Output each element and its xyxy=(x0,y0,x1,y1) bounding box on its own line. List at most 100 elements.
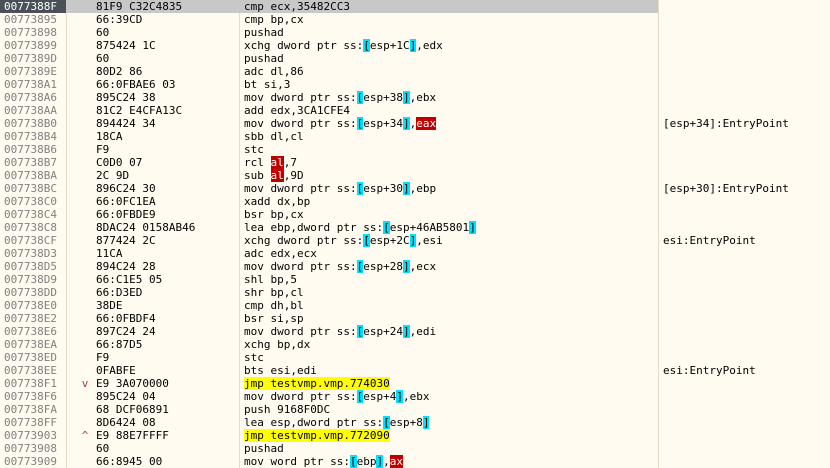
disassembly-cell[interactable]: mov dword ptr ss:[esp+34],eax xyxy=(244,117,654,130)
bytes-cell[interactable]: 66:0FBAE6 03 xyxy=(96,78,236,91)
disassembly-cell[interactable]: sub al,9D xyxy=(244,169,654,182)
comment-cell[interactable] xyxy=(663,260,830,273)
address-cell[interactable]: 00773898 xyxy=(0,26,66,39)
comment-cell[interactable] xyxy=(663,39,830,52)
disasm-row[interactable]: 007738E2 66:0FBDF4 bsr si,sp xyxy=(0,312,830,325)
bytes-cell[interactable]: 66:0FC1EA xyxy=(96,195,236,208)
bytes-cell[interactable]: 68 DCF06891 xyxy=(96,403,236,416)
disasm-row[interactable]: 007738B6 F9 stc xyxy=(0,143,830,156)
disasm-row[interactable]: 0077388F 81F9 C32C4835 cmp ecx,35482CC3 xyxy=(0,0,830,13)
disassembly-cell[interactable]: xchg dword ptr ss:[esp+2C],esi xyxy=(244,234,654,247)
disasm-row[interactable]: 007738A6 895C24 38 mov dword ptr ss:[esp+3… xyxy=(0,91,830,104)
disassembly-cell[interactable]: cmp ecx,35482CC3 xyxy=(244,0,654,13)
disassembly-cell[interactable]: jmp testvmp.vmp.772090 xyxy=(244,429,654,442)
comment-cell[interactable] xyxy=(663,273,830,286)
comment-cell[interactable]: [esp+34]:EntryPoint xyxy=(663,117,830,130)
disasm-row[interactable]: 007738C4 66:0FBDE9 bsr bp,cx xyxy=(0,208,830,221)
disassembly-cell[interactable]: stc xyxy=(244,143,654,156)
bytes-cell[interactable]: 897C24 24 xyxy=(96,325,236,338)
address-cell[interactable]: 007738E6 xyxy=(0,325,66,338)
disassembly-cell[interactable]: cmp dh,bl xyxy=(244,299,654,312)
disasm-row[interactable]: 00773899 875424 1C xchg dword ptr ss:[esp+… xyxy=(0,39,830,52)
comment-cell[interactable] xyxy=(663,78,830,91)
comment-cell[interactable] xyxy=(663,299,830,312)
address-cell[interactable]: 007738A1 xyxy=(0,78,66,91)
disassembly-cell[interactable]: bts esi,edi xyxy=(244,364,654,377)
disasm-row[interactable]: 007738AA 81C2 E4CFA13C add edx,3CA1CFE4 xyxy=(0,104,830,117)
disassembly-cell[interactable]: bsr si,sp xyxy=(244,312,654,325)
disasm-row[interactable]: 0077389D 60 pushad xyxy=(0,52,830,65)
comment-cell[interactable] xyxy=(663,130,830,143)
disassembly-cell[interactable]: jmp testvmp.vmp.774030 xyxy=(244,377,654,390)
address-cell[interactable]: 00773899 xyxy=(0,39,66,52)
disasm-row[interactable]: 007738CF 877424 2C xchg dword ptr ss:[esp+… xyxy=(0,234,830,247)
disassembly-cell[interactable]: xchg bp,dx xyxy=(244,338,654,351)
bytes-cell[interactable]: 60 xyxy=(96,442,236,455)
disassembly-cell[interactable]: pushad xyxy=(244,442,654,455)
address-cell[interactable]: 007738F1 xyxy=(0,377,66,390)
disasm-row[interactable]: 007738E6 897C24 24 mov dword ptr ss:[esp+2… xyxy=(0,325,830,338)
bytes-cell[interactable]: 895C24 04 xyxy=(96,390,236,403)
address-cell[interactable]: 007738B7 xyxy=(0,156,66,169)
address-cell[interactable]: 007738C0 xyxy=(0,195,66,208)
comment-cell[interactable] xyxy=(663,65,830,78)
disassembly-cell[interactable]: mov dword ptr ss:[esp+30],ebp xyxy=(244,182,654,195)
disassembly-cell[interactable]: bsr bp,cx xyxy=(244,208,654,221)
bytes-cell[interactable]: E9 88E7FFFF xyxy=(96,429,236,442)
comment-cell[interactable] xyxy=(663,390,830,403)
comment-cell[interactable] xyxy=(663,325,830,338)
bytes-cell[interactable]: 877424 2C xyxy=(96,234,236,247)
comment-cell[interactable] xyxy=(663,442,830,455)
bytes-cell[interactable]: 11CA xyxy=(96,247,236,260)
bytes-cell[interactable]: E9 3A070000 xyxy=(96,377,236,390)
address-cell[interactable]: 007738D9 xyxy=(0,273,66,286)
bytes-cell[interactable]: 81C2 E4CFA13C xyxy=(96,104,236,117)
bytes-cell[interactable]: 2C 9D xyxy=(96,169,236,182)
bytes-cell[interactable]: 896C24 30 xyxy=(96,182,236,195)
disassembly-cell[interactable]: cmp bp,cx xyxy=(244,13,654,26)
disassembly-cell[interactable]: sbb dl,cl xyxy=(244,130,654,143)
bytes-cell[interactable]: 60 xyxy=(96,26,236,39)
address-cell[interactable]: 007738E2 xyxy=(0,312,66,325)
disasm-row[interactable]: 00773895 66:39CD cmp bp,cx xyxy=(0,13,830,26)
bytes-cell[interactable]: 66:0FBDE9 xyxy=(96,208,236,221)
address-cell[interactable]: 00773903 xyxy=(0,429,66,442)
disasm-row[interactable]: 007738DD 66:D3ED shr bp,cl xyxy=(0,286,830,299)
disasm-row[interactable]: 007738FF 8D6424 08 lea esp,dword ptr ss:[e… xyxy=(0,416,830,429)
disassembly-cell[interactable]: xchg dword ptr ss:[esp+1C],edx xyxy=(244,39,654,52)
disasm-row[interactable]: 0077389E 80D2 86 adc dl,86 xyxy=(0,65,830,78)
disassembly-cell[interactable]: pushad xyxy=(244,26,654,39)
bytes-cell[interactable]: 0FABFE xyxy=(96,364,236,377)
disassembly-cell[interactable]: adc edx,ecx xyxy=(244,247,654,260)
disasm-row[interactable]: 007738A1 66:0FBAE6 03 bt si,3 xyxy=(0,78,830,91)
disassembly-view[interactable]: 0077388F 81F9 C32C4835 cmp ecx,35482CC3 007… xyxy=(0,0,830,468)
comment-cell[interactable] xyxy=(663,403,830,416)
address-cell[interactable]: 007738BA xyxy=(0,169,66,182)
disassembly-cell[interactable]: stc xyxy=(244,351,654,364)
disassembly-cell[interactable]: xadd dx,bp xyxy=(244,195,654,208)
disassembly-cell[interactable]: rcl al,7 xyxy=(244,156,654,169)
disasm-row[interactable]: 007738EA 66:87D5 xchg bp,dx xyxy=(0,338,830,351)
address-cell[interactable]: 007738EA xyxy=(0,338,66,351)
comment-cell[interactable] xyxy=(663,52,830,65)
address-cell[interactable]: 007738CF xyxy=(0,234,66,247)
address-cell[interactable]: 007738D5 xyxy=(0,260,66,273)
address-cell[interactable]: 007738C4 xyxy=(0,208,66,221)
disasm-row[interactable]: 007738D9 66:C1E5 05 shl bp,5 xyxy=(0,273,830,286)
bytes-cell[interactable]: 66:C1E5 05 xyxy=(96,273,236,286)
address-cell[interactable]: 007738B4 xyxy=(0,130,66,143)
address-cell[interactable]: 007738EE xyxy=(0,364,66,377)
bytes-cell[interactable]: 894C24 28 xyxy=(96,260,236,273)
disasm-row[interactable]: 007738C8 8DAC24 0158AB46 lea ebp,dword ptr… xyxy=(0,221,830,234)
disasm-row[interactable]: 007738EE 0FABFE bts esi,edi esi:EntryPoint xyxy=(0,364,830,377)
comment-cell[interactable]: esi:EntryPoint xyxy=(663,364,830,377)
comment-cell[interactable] xyxy=(663,156,830,169)
comment-cell[interactable] xyxy=(663,91,830,104)
address-cell[interactable]: 007738D3 xyxy=(0,247,66,260)
address-cell[interactable]: 007738BC xyxy=(0,182,66,195)
comment-cell[interactable] xyxy=(663,13,830,26)
disasm-row[interactable]: 007738D3 11CA adc edx,ecx xyxy=(0,247,830,260)
disassembly-cell[interactable]: bt si,3 xyxy=(244,78,654,91)
address-cell[interactable]: 00773909 xyxy=(0,455,66,468)
bytes-cell[interactable]: 38DE xyxy=(96,299,236,312)
